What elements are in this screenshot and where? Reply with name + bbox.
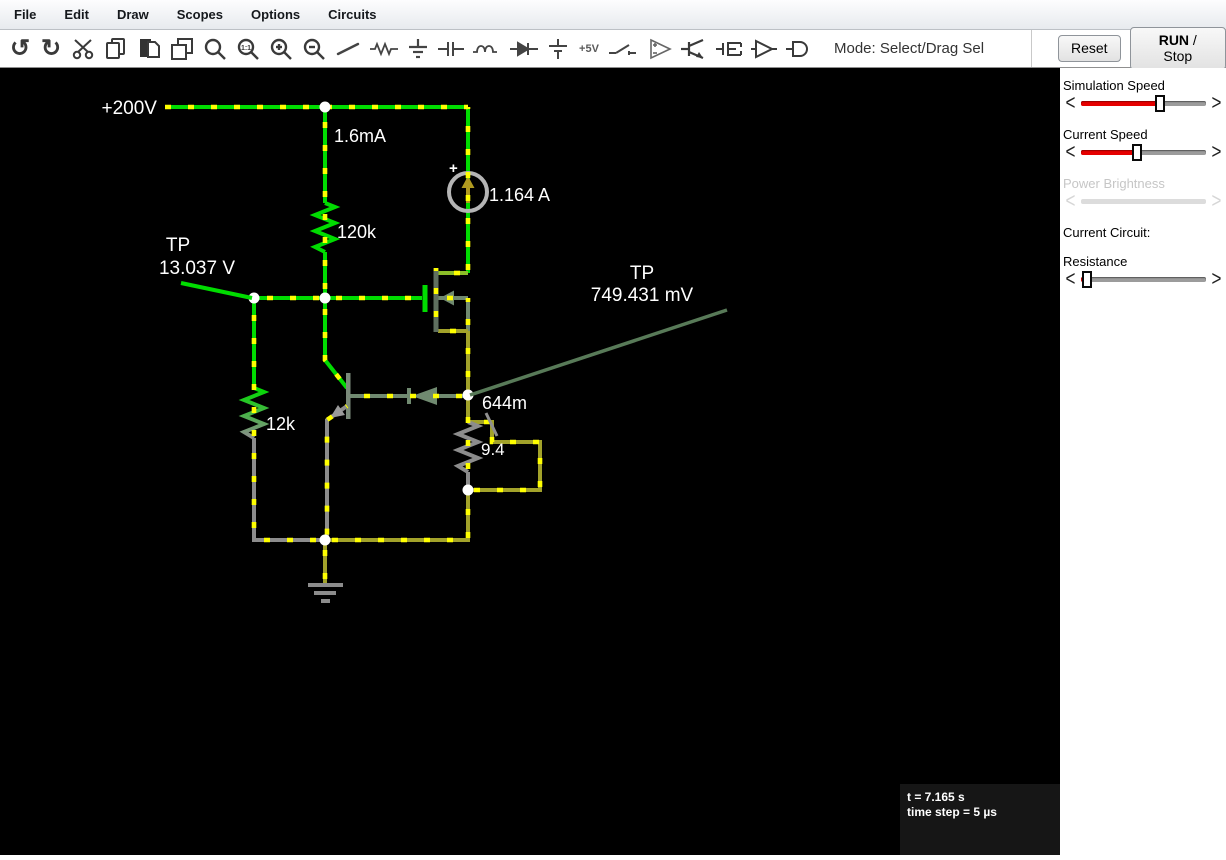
paste-icon[interactable] — [136, 34, 162, 64]
voltage-source-tool-icon[interactable] — [546, 34, 570, 64]
power-brightness-track — [1081, 198, 1206, 204]
current-speed-label: Current Speed — [1063, 127, 1148, 142]
r2-value-label: 12k — [266, 414, 296, 434]
current-speed-thumb[interactable] — [1132, 143, 1143, 161]
tp2-name-label: TP — [630, 263, 654, 284]
decrease-arrow-icon: < — [1065, 188, 1076, 213]
node-current-label: 644m — [482, 393, 527, 413]
wire-tool-icon[interactable] — [334, 34, 362, 64]
wire-r2-ground — [252, 438, 325, 542]
resistance-slider: < > — [1063, 268, 1224, 289]
resistance-label: Resistance — [1063, 254, 1128, 269]
r3-value-label: 9.4 — [481, 440, 505, 459]
mosfet-tool-icon[interactable] — [715, 34, 743, 64]
resistor-120k[interactable] — [309, 201, 341, 254]
tp1-value-label: 13.037 V — [159, 258, 235, 279]
resistance-track[interactable] — [1081, 270, 1206, 288]
decrease-arrow-icon[interactable]: < — [1063, 141, 1078, 162]
testpoint-2-pointer[interactable] — [469, 308, 728, 397]
switch-tool-icon[interactable] — [608, 34, 638, 64]
status-box: t = 7.165 s time step = 5 µs — [900, 784, 1060, 855]
sim-timestep: time step = 5 µs — [907, 805, 997, 819]
toolbar-buttons: Reset RUN / Stop — [1032, 27, 1226, 70]
zoom-out-icon[interactable] — [301, 34, 327, 64]
ammeter-reading: 1.164 A — [489, 185, 550, 205]
plus-5v-tool-icon[interactable]: +5V — [577, 34, 601, 64]
tp2-value-label: 749.431 mV — [591, 285, 694, 306]
menu-circuits[interactable]: Circuits — [314, 0, 390, 29]
simulation-speed-thumb[interactable] — [1154, 94, 1165, 112]
ground-symbol[interactable] — [308, 583, 343, 603]
sim-time: t = 7.165 s — [907, 790, 965, 804]
current-circuit-label: Current Circuit: — [1063, 225, 1151, 240]
zoom-100-text: 1:1 — [241, 45, 251, 52]
menu-scopes[interactable]: Scopes — [163, 0, 237, 29]
capacitor-tool-icon[interactable] — [437, 34, 465, 64]
increase-arrow-icon: > — [1211, 188, 1222, 213]
duplicate-icon[interactable] — [169, 34, 195, 64]
op-amp-tool-icon[interactable] — [645, 34, 673, 64]
reset-button[interactable]: Reset — [1057, 35, 1121, 62]
transistor-tool-icon[interactable] — [680, 34, 708, 64]
increase-arrow-icon[interactable]: > — [1209, 268, 1224, 289]
node-dots — [248, 101, 474, 546]
testpoint-1-pointer[interactable] — [180, 281, 253, 300]
zoom-in-icon[interactable] — [268, 34, 294, 64]
copy-icon[interactable] — [103, 34, 129, 64]
run-stop-button[interactable]: RUN / Stop — [1129, 27, 1226, 70]
supply-label: +200V — [102, 98, 158, 119]
wire-bjt-emitter — [325, 404, 349, 540]
ammeter-plus-label: + — [449, 160, 458, 177]
simulation-speed-slider: < > — [1063, 92, 1224, 113]
current-speed-fill — [1081, 149, 1138, 155]
circuit-drawing[interactable]: +200V 1.6mA 120k + 1.164 A TP 13.037 V T… — [0, 68, 1060, 855]
zoom-100-icon[interactable]: 1:1 — [235, 34, 261, 64]
inductor-tool-icon[interactable] — [472, 34, 502, 64]
menu-bar: File Edit Draw Scopes Options Circuits — [0, 0, 1226, 30]
circuit-labels: +200V 1.6mA 120k + 1.164 A TP 13.037 V T… — [102, 98, 694, 459]
resistor-tool-icon[interactable] — [369, 34, 399, 64]
cut-icon[interactable] — [70, 34, 96, 64]
undo-icon[interactable]: ↺ — [8, 34, 32, 64]
diode-tool-icon[interactable] — [509, 34, 539, 64]
toolbar: ↺ ↻ 1:1 +5V Mode: Select/Drag Sel Reset … — [0, 27, 1226, 70]
branch-current-label: 1.6mA — [334, 126, 386, 146]
mode-label: Mode: Select/Drag Sel — [834, 40, 985, 57]
decrease-arrow-icon[interactable]: < — [1063, 92, 1078, 113]
search-icon[interactable] — [202, 34, 228, 64]
tp1-name-label: TP — [166, 235, 190, 256]
simulation-speed-label: Simulation Speed — [1063, 78, 1165, 93]
simulation-speed-track[interactable] — [1081, 94, 1206, 112]
menu-draw[interactable]: Draw — [103, 0, 163, 29]
menu-file[interactable]: File — [0, 0, 50, 29]
current-speed-track[interactable] — [1081, 143, 1206, 161]
redo-icon[interactable]: ↻ — [39, 34, 63, 64]
resistance-thumb[interactable] — [1082, 270, 1093, 288]
power-brightness-slider: < > — [1063, 188, 1224, 213]
circuit-canvas[interactable]: +200V 1.6mA 120k + 1.164 A TP 13.037 V T… — [0, 68, 1060, 855]
menu-options[interactable]: Options — [237, 0, 314, 29]
run-label: RUN — [1158, 32, 1190, 48]
logic-gate-tool-icon[interactable] — [785, 34, 813, 64]
increase-arrow-icon[interactable]: > — [1209, 141, 1224, 162]
wire-bottom-return — [323, 490, 470, 584]
side-panel: Simulation Speed < > Current Speed < > P… — [1060, 68, 1226, 855]
menu-edit[interactable]: Edit — [50, 0, 103, 29]
decrease-arrow-icon[interactable]: < — [1063, 268, 1078, 289]
buffer-tool-icon[interactable] — [750, 34, 778, 64]
ground-tool-icon[interactable] — [406, 34, 430, 64]
toolbar-icons: ↺ ↻ 1:1 +5V Mode: Select/Drag Sel — [0, 30, 1032, 67]
increase-arrow-icon[interactable]: > — [1209, 92, 1224, 113]
r1-value-label: 120k — [337, 222, 377, 242]
current-speed-slider: < > — [1063, 141, 1224, 162]
simulation-speed-fill — [1081, 100, 1160, 106]
power-brightness-label: Power Brightness — [1063, 176, 1165, 191]
